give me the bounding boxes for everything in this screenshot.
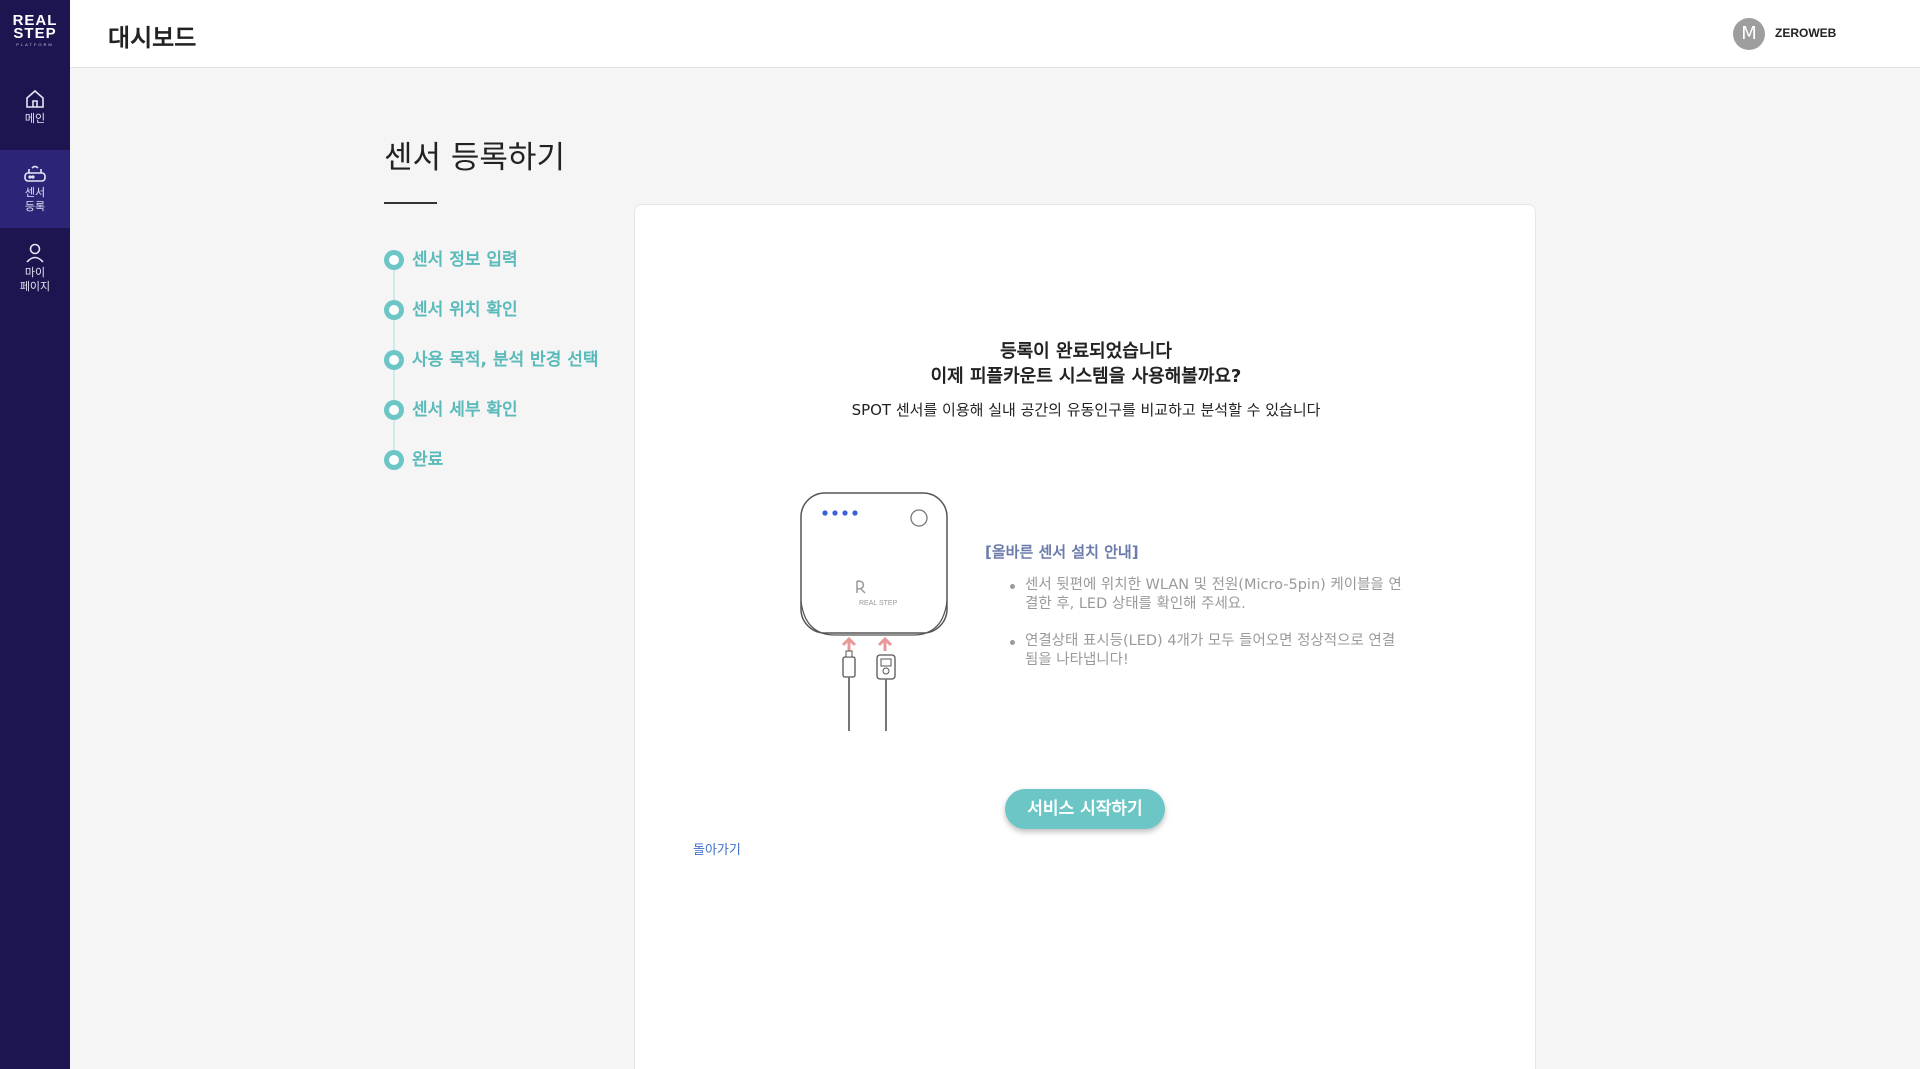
arrow-up-icon	[877, 636, 893, 651]
user-icon	[26, 243, 44, 263]
guide-list: 센서 뒷편에 위치한 WLAN 및 전원(Micro-5pin) 케이블을 연결…	[985, 576, 1405, 670]
led-4	[852, 510, 858, 516]
completion-title-line1: 등록이 완료되었습니다	[1000, 341, 1172, 362]
guide-title: [올바른 센서 설치 안내]	[985, 543, 1139, 561]
guide-item: 연결상태 표시등(LED) 4개가 모두 들어오면 정상적으로 연결됨을 나타냅…	[985, 632, 1405, 670]
router-icon	[24, 165, 46, 182]
device-brand-text: REAL STEP	[859, 600, 898, 607]
sidebar-item-label-2: 등록	[24, 200, 46, 213]
title-divider	[384, 202, 437, 204]
sidebar-item-sensor-register[interactable]: 센서 등록	[0, 150, 70, 228]
micro-usb-plug	[842, 656, 856, 678]
led-3	[842, 510, 848, 516]
arrow-up-icon	[841, 636, 857, 651]
completion-card: 등록이 완료되었습니다 이제 피플카운트 시스템을 사용해볼까요? SPOT 센…	[634, 204, 1536, 1069]
sidebar-item-label: 메인	[24, 112, 46, 125]
step-dot	[384, 300, 404, 320]
step-label: 사용 목적, 분석 반경 선택	[412, 350, 599, 370]
step-label: 센서 위치 확인	[412, 300, 518, 320]
top-header: 대시보드 M ZEROWEB	[70, 0, 1920, 68]
home-icon	[26, 89, 44, 108]
sidebar-item-label-1: 마이	[24, 266, 46, 279]
completion-title-line2: 이제 피플카운트 시스템을 사용해볼까요?	[930, 366, 1242, 387]
username[interactable]: ZEROWEB	[1775, 26, 1836, 40]
sidebar-item-label-1: 센서	[24, 186, 46, 199]
header-title: 대시보드	[108, 24, 197, 52]
step-dot	[384, 400, 404, 420]
page-title: 센서 등록하기	[384, 140, 565, 176]
back-link[interactable]: 돌아가기	[693, 839, 741, 858]
sensor-device-illustration: REAL STEP	[800, 492, 948, 731]
step-label: 완료	[412, 450, 444, 470]
sidebar-item-label-2: 페이지	[19, 280, 51, 293]
sidebar-item-main[interactable]: 메인	[0, 88, 70, 138]
brand-sub: PLATFORM	[16, 42, 54, 47]
install-guide: [올바른 센서 설치 안내] 센서 뒷편에 위치한 WLAN 및 전원(Micr…	[985, 541, 1405, 688]
guide-item: 센서 뒷편에 위치한 WLAN 및 전원(Micro-5pin) 케이블을 연결…	[985, 576, 1405, 614]
completion-description: SPOT 센서를 이용해 실내 공간의 유동인구를 비교하고 분석할 수 있습니…	[851, 401, 1321, 419]
led-1	[822, 510, 828, 516]
step-dot	[384, 250, 404, 270]
completion-title: 등록이 완료되었습니다 이제 피플카운트 시스템을 사용해볼까요?	[635, 339, 1537, 389]
brand-line2: STEP	[13, 25, 57, 42]
step-label: 센서 세부 확인	[412, 400, 518, 420]
sidebar-item-mypage[interactable]: 마이 페이지	[0, 242, 70, 298]
sidebar: REAL STEP PLATFORM 메인 센서 등록 마이 페이지	[0, 0, 70, 1069]
step-label: 센서 정보 입력	[412, 250, 518, 270]
avatar[interactable]: M	[1733, 18, 1765, 50]
led-2	[832, 510, 838, 516]
step-dot	[384, 350, 404, 370]
brand-logo[interactable]: REAL STEP PLATFORM	[0, 13, 70, 48]
start-service-button[interactable]: 서비스 시작하기	[1005, 789, 1165, 829]
step-dot	[384, 450, 404, 470]
